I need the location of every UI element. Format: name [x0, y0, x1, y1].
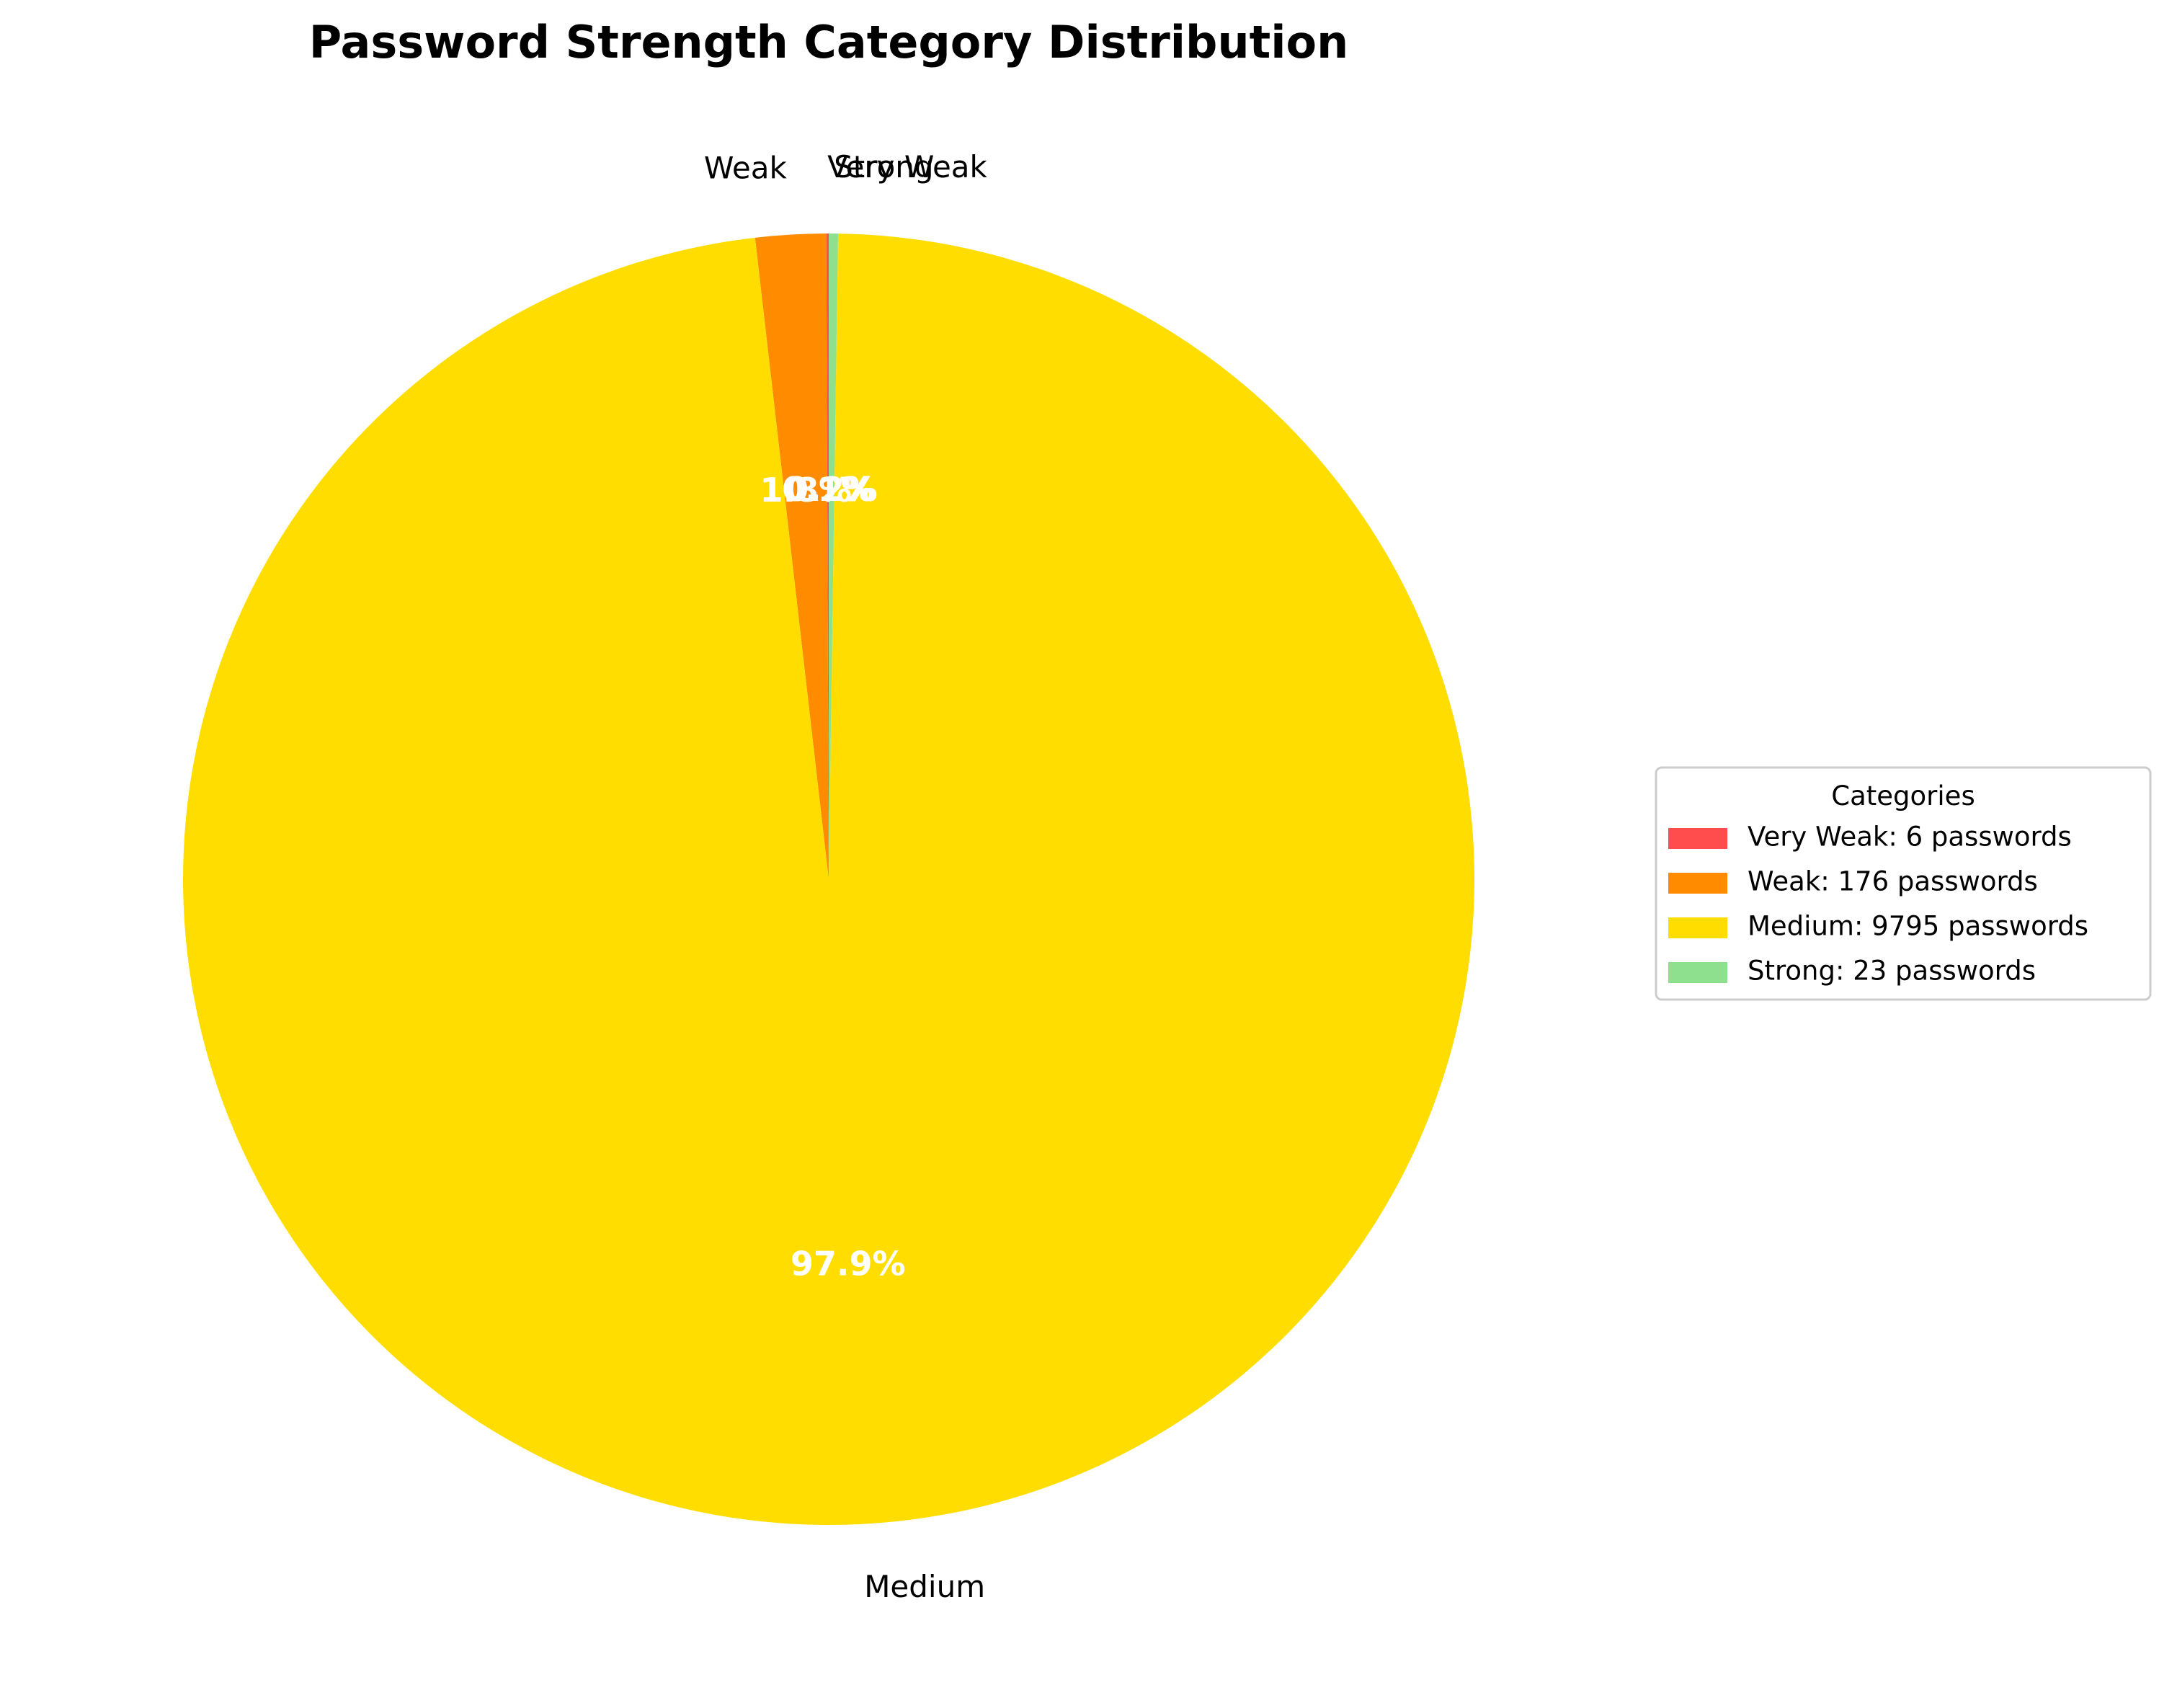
legend-entry-label: Strong: 23 passwords: [1748, 956, 2036, 987]
slice-category-label: Weak: [704, 151, 788, 186]
slice-percent-label: 0.2%: [785, 470, 878, 509]
slice-percent-label: 97.9%: [791, 1244, 906, 1283]
legend-swatch: [1668, 917, 1727, 938]
legend-swatch: [1668, 828, 1727, 849]
chart-title: Password Strength Category Distribution: [309, 16, 1348, 68]
legend-entry-label: Very Weak: 6 passwords: [1748, 822, 2072, 853]
pie-chart: Password Strength Category Distribution …: [183, 16, 2152, 1604]
legend: Categories Very Weak: 6 passwords Weak: 1…: [1655, 766, 2152, 1001]
slice-category-label: Strong: [834, 149, 933, 184]
legend-swatch: [1668, 873, 1727, 894]
legend-title: Categories: [1831, 780, 1975, 811]
legend-entry-label: Medium: 9795 passwords: [1748, 911, 2088, 942]
slice-category-label: Medium: [864, 1569, 985, 1604]
legend-swatch: [1668, 962, 1727, 983]
legend-entry-label: Weak: 176 passwords: [1748, 866, 2038, 897]
pie-slices: [183, 233, 1475, 1525]
